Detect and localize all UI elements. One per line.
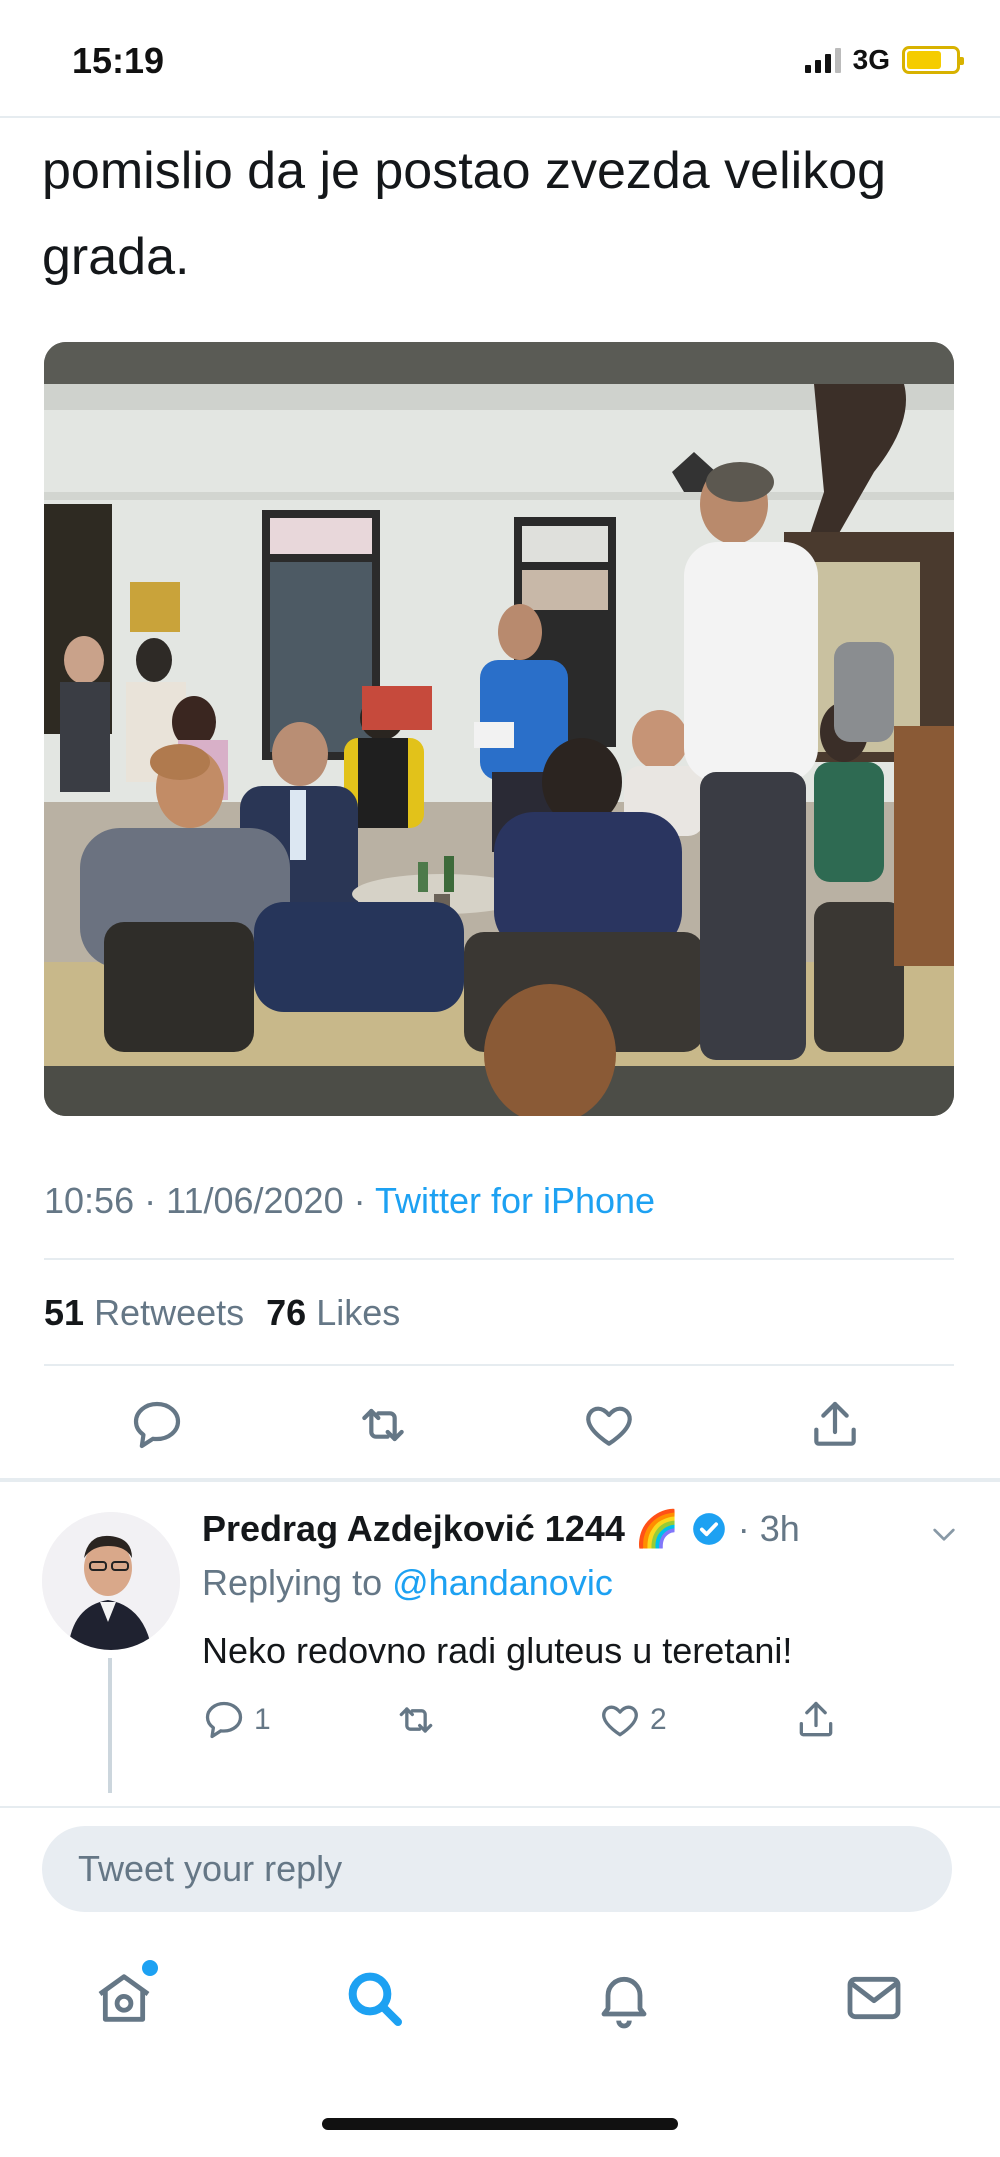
share-icon xyxy=(799,1701,833,1737)
reply-retweet-button[interactable] xyxy=(394,1690,446,1750)
reply-reply-button[interactable]: 1 xyxy=(202,1690,271,1750)
signal-icon xyxy=(804,47,841,73)
retweets-stat[interactable]: 51 Retweets xyxy=(44,1292,244,1333)
avatar-image xyxy=(42,1512,180,1650)
divider xyxy=(44,1258,954,1260)
home-indicator xyxy=(322,2118,678,2130)
reply-reply-count: 1 xyxy=(254,1703,271,1736)
like-button[interactable] xyxy=(574,1390,644,1460)
new-content-dot xyxy=(142,1960,158,1976)
retweet-icon xyxy=(362,1408,404,1442)
status-time: 15:19 xyxy=(72,40,165,81)
meta-separator: · xyxy=(343,1180,375,1221)
avatar[interactable] xyxy=(42,1512,180,1650)
share-icon xyxy=(814,1401,856,1446)
reply-header: Predrag Azdejković 1244 🌈 · 3h xyxy=(202,1508,800,1550)
tab-bar xyxy=(0,1950,1000,2060)
reply-text: Neko redovno radi gluteus u teretani! xyxy=(202,1630,793,1671)
reply-icon xyxy=(205,1701,243,1739)
reply-input[interactable]: Tweet your reply xyxy=(42,1826,952,1912)
replying-label: Replying to xyxy=(202,1562,383,1603)
reply-author-name[interactable]: Predrag Azdejković 1244 xyxy=(202,1508,625,1550)
tab-notifications[interactable] xyxy=(584,1958,664,2038)
tab-messages[interactable] xyxy=(834,1958,914,2038)
divider xyxy=(44,1364,954,1366)
reply-button[interactable] xyxy=(122,1390,192,1460)
verified-badge-icon xyxy=(692,1513,725,1545)
tweet-time: 10:56 xyxy=(44,1180,135,1221)
status-indicators: 3G xyxy=(804,44,964,76)
tweet-meta: 10:56 · 11/06/2020 · Twitter for iPhone xyxy=(44,1180,655,1222)
retweet-button[interactable] xyxy=(348,1390,418,1460)
tab-search[interactable] xyxy=(334,1958,414,2038)
reply-like-button[interactable]: 2 xyxy=(598,1690,667,1750)
meta-separator: · xyxy=(134,1180,167,1221)
battery-icon xyxy=(902,46,964,74)
tab-home[interactable] xyxy=(84,1958,164,2038)
tweet-stats: 51 Retweets 76 Likes xyxy=(44,1292,400,1334)
status-bar: 15:19 3G xyxy=(0,0,1000,118)
reply-icon xyxy=(133,1401,181,1449)
tweet-source-link[interactable]: Twitter for iPhone xyxy=(375,1180,655,1221)
network-type: 3G xyxy=(852,44,890,75)
rainbow-emoji: 🌈 xyxy=(634,1508,680,1549)
reply-share-button[interactable] xyxy=(794,1690,838,1750)
retweet-icon xyxy=(399,1707,433,1733)
like-icon xyxy=(586,1406,632,1446)
messages-icon xyxy=(847,1976,901,2020)
section-divider xyxy=(0,1478,1000,1482)
tweet-photo[interactable] xyxy=(44,342,954,1116)
home-icon xyxy=(98,1974,150,2022)
notifications-icon xyxy=(601,1976,647,2029)
tweet-text: pomislio da je postao zvezda velikog gra… xyxy=(42,142,887,286)
replying-handle-link[interactable]: @handanovic xyxy=(392,1562,613,1603)
likes-label: Likes xyxy=(316,1292,401,1333)
share-button[interactable] xyxy=(800,1390,870,1460)
photo-image xyxy=(44,342,954,1116)
tweet-actions xyxy=(0,1390,1000,1468)
replying-to: Replying to @handanovic xyxy=(202,1562,613,1604)
chevron-down-icon[interactable] xyxy=(928,1518,960,1550)
reply-actions: 1 2 xyxy=(202,1690,902,1750)
likes-stat[interactable]: 76 Likes xyxy=(266,1292,400,1333)
tweet-date: 11/06/2020 xyxy=(166,1180,344,1221)
reply-tweet[interactable]: Predrag Azdejković 1244 🌈 · 3h Replying … xyxy=(0,1490,1000,1810)
retweets-count: 51 xyxy=(44,1292,85,1333)
search-icon xyxy=(348,1972,402,2026)
likes-count: 76 xyxy=(266,1292,307,1333)
reply-like-count: 2 xyxy=(650,1703,667,1736)
retweets-label: Retweets xyxy=(94,1292,245,1333)
reply-time: · 3h xyxy=(737,1508,800,1549)
like-icon xyxy=(602,1705,638,1737)
thread-line xyxy=(108,1658,112,1793)
